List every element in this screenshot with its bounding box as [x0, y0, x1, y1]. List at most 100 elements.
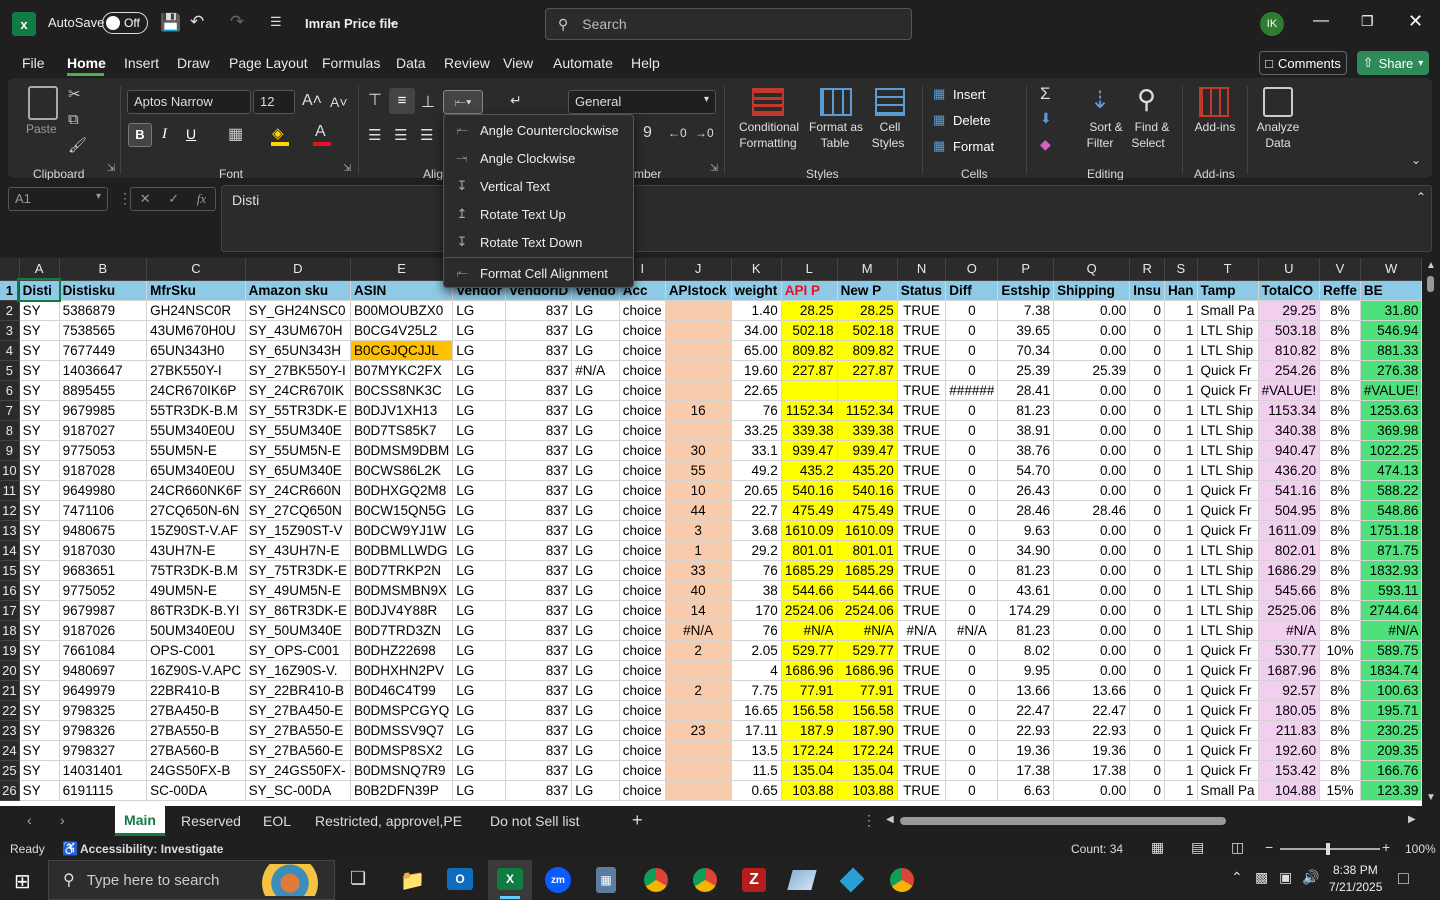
table-cell[interactable]: 0 — [945, 360, 999, 381]
table-cell[interactable]: 9775053 — [59, 440, 148, 461]
header-cell[interactable]: Status — [897, 280, 947, 301]
table-cell[interactable]: 540.16 — [781, 480, 838, 501]
table-cell[interactable]: 0.00 — [1053, 480, 1131, 501]
table-cell[interactable]: 7471106 — [59, 500, 148, 521]
table-cell[interactable]: 837 — [505, 440, 573, 461]
row-header[interactable]: 9 — [0, 440, 20, 461]
sort-filter-icon[interactable]: ⇣ — [1090, 86, 1110, 115]
table-cell[interactable]: Small Pa — [1197, 780, 1259, 801]
chrome-icon[interactable] — [890, 868, 914, 892]
table-cell[interactable] — [665, 660, 732, 681]
table-cell[interactable]: SY_OPS-C001 — [245, 640, 351, 661]
header-cell[interactable]: ASIN — [350, 280, 454, 301]
insert-cells-icon[interactable]: ▦ — [933, 86, 945, 102]
table-cell[interactable]: 9480675 — [59, 520, 148, 541]
table-cell[interactable]: Quick Fr — [1197, 680, 1259, 701]
table-cell[interactable]: 104.88 — [1258, 780, 1321, 801]
table-cell[interactable]: SY — [19, 540, 60, 561]
table-cell[interactable]: ###### — [945, 380, 999, 401]
table-cell[interactable]: #N/A — [571, 360, 620, 381]
table-cell[interactable]: 1686.96 — [837, 660, 898, 681]
table-cell[interactable]: B0DHXGQ2M8 — [350, 480, 454, 501]
table-cell[interactable]: 27BK550Y-I — [146, 360, 246, 381]
table-cell[interactable]: LG — [452, 480, 506, 501]
table-cell[interactable]: 8% — [1319, 380, 1361, 401]
header-cell[interactable]: Estship — [997, 280, 1055, 301]
table-cell[interactable]: 0.00 — [1053, 380, 1131, 401]
table-cell[interactable]: 0.00 — [1053, 440, 1131, 461]
table-cell[interactable]: 1 — [1164, 440, 1198, 461]
table-cell[interactable]: SY — [19, 580, 60, 601]
table-cell[interactable]: 9683651 — [59, 560, 148, 581]
table-cell[interactable]: 1 — [1164, 760, 1198, 781]
table-cell[interactable]: choice — [619, 500, 666, 521]
table-cell[interactable]: 809.82 — [837, 340, 898, 361]
table-cell[interactable]: 0 — [1129, 460, 1166, 481]
table-cell[interactable]: 8% — [1319, 740, 1361, 761]
menu-item-vertical-text[interactable]: ↧ Vertical Text — [444, 173, 633, 199]
sheet-tab-do-not-sell[interactable]: Do not Sell list — [490, 806, 579, 836]
table-cell[interactable]: 17.38 — [997, 760, 1055, 781]
table-cell[interactable]: 8% — [1319, 580, 1361, 601]
table-cell[interactable]: 1 — [665, 540, 732, 561]
column-header[interactable]: D — [245, 258, 351, 281]
insert-label[interactable]: Insert — [953, 87, 986, 102]
top-align-icon[interactable]: ⊤ — [368, 90, 382, 110]
table-cell[interactable]: SY — [19, 480, 60, 501]
scroll-thumb[interactable] — [1427, 276, 1434, 292]
row-header[interactable]: 1 — [0, 280, 20, 301]
table-cell[interactable]: 192.60 — [1258, 740, 1321, 761]
table-cell[interactable]: LTL Ship — [1197, 400, 1259, 421]
table-cell[interactable]: 8% — [1319, 360, 1361, 381]
table-cell[interactable]: 837 — [505, 720, 573, 741]
table-cell[interactable]: LG — [571, 620, 620, 641]
table-cell[interactable]: 1 — [1164, 320, 1198, 341]
table-cell[interactable]: SY_27BK550Y-I — [245, 360, 351, 381]
table-cell[interactable]: 0 — [1129, 360, 1166, 381]
table-cell[interactable]: 809.82 — [781, 340, 838, 361]
table-cell[interactable]: 27BA450-B — [146, 700, 246, 721]
show-hidden-icons[interactable]: ⌃ — [1231, 869, 1243, 886]
table-cell[interactable]: LG — [571, 640, 620, 661]
table-cell[interactable]: B0D46C4T99 — [350, 680, 454, 701]
table-cell[interactable]: 10% — [1319, 640, 1361, 661]
clock-date[interactable]: 7/21/2025 — [1329, 880, 1382, 894]
table-cell[interactable]: choice — [619, 700, 666, 721]
table-cell[interactable]: choice — [619, 460, 666, 481]
table-cell[interactable] — [665, 380, 732, 401]
tab-file[interactable]: File — [22, 55, 45, 71]
table-cell[interactable]: 7677449 — [59, 340, 148, 361]
table-cell[interactable]: SY — [19, 360, 60, 381]
table-cell[interactable]: 19.36 — [1053, 740, 1131, 761]
table-cell[interactable]: 436.20 — [1258, 460, 1321, 481]
table-cell[interactable]: SY — [19, 320, 60, 341]
table-cell[interactable]: LG — [452, 780, 506, 801]
table-cell[interactable]: 0 — [1129, 640, 1166, 661]
menu-item-rotate-text-up[interactable]: ↥ Rotate Text Up — [444, 201, 633, 227]
table-cell[interactable]: 548.86 — [1360, 500, 1423, 521]
table-cell[interactable]: 544.66 — [837, 580, 898, 601]
column-header[interactable]: E — [350, 258, 454, 281]
analyze-label[interactable]: Analyze — [1254, 120, 1302, 134]
table-cell[interactable]: TRUE — [897, 560, 947, 581]
column-header[interactable]: L — [781, 258, 838, 281]
table-cell[interactable]: B0D7TRD3ZN — [350, 620, 454, 641]
table-cell[interactable]: 529.77 — [781, 640, 838, 661]
table-cell[interactable]: 16.65 — [731, 700, 782, 721]
table-cell[interactable]: 0 — [1129, 420, 1166, 441]
table-cell[interactable]: Quick Fr — [1197, 720, 1259, 741]
table-cell[interactable]: SY — [19, 560, 60, 581]
font-size-select[interactable]: 12 — [253, 90, 295, 114]
table-cell[interactable]: 939.47 — [837, 440, 898, 461]
table-cell[interactable]: TRUE — [897, 640, 947, 661]
table-cell[interactable]: 22.47 — [997, 700, 1055, 721]
table-cell[interactable]: B0DMSM9DBM — [350, 440, 454, 461]
table-cell[interactable]: 9.63 — [997, 520, 1055, 541]
table-cell[interactable]: #VALUE! — [1258, 380, 1321, 401]
table-cell[interactable]: 7538565 — [59, 320, 148, 341]
worksheet-grid[interactable]: ABCDEFGHIJKLMNOPQRSTUVWX 1DistiDistiskuM… — [0, 258, 1440, 806]
table-cell[interactable]: TRUE — [897, 540, 947, 561]
horizontal-scrollbar[interactable]: ◀ ▶ — [886, 814, 1420, 828]
table-cell[interactable]: 529.77 — [837, 640, 898, 661]
table-cell[interactable]: 0 — [1129, 680, 1166, 701]
